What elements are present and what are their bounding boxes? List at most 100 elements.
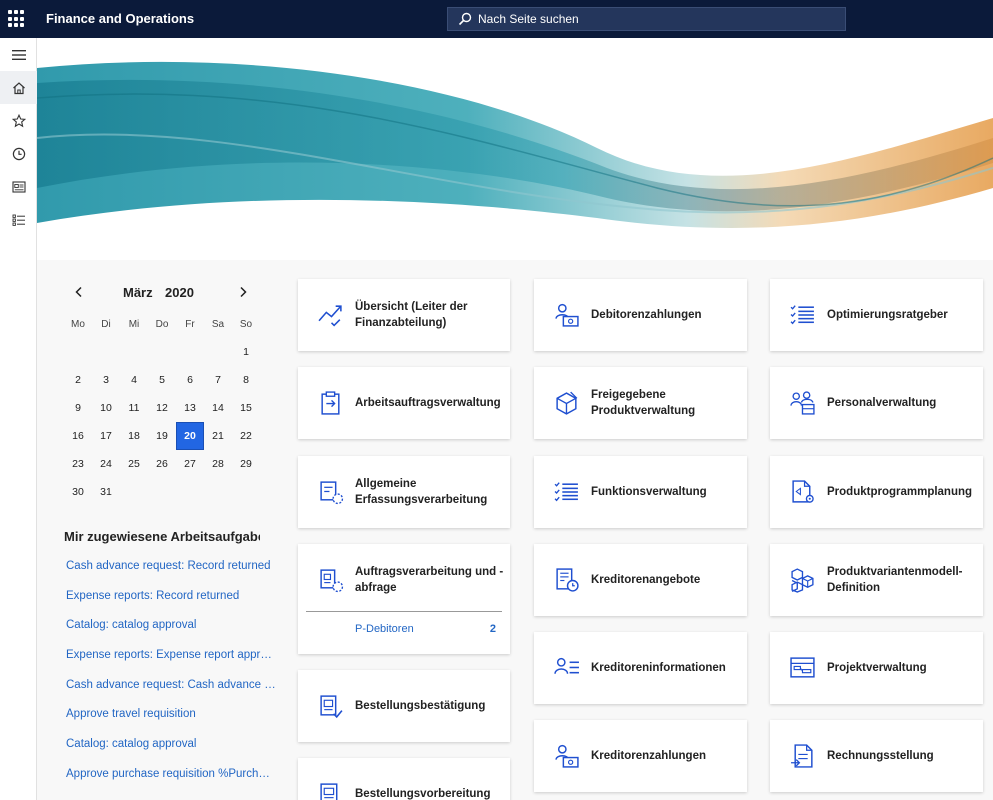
workspace-tile[interactable]: Optimierungsratgeber	[770, 279, 983, 351]
calendar-day[interactable]: 9	[64, 394, 92, 422]
app-title[interactable]: Finance and Operations	[46, 11, 194, 26]
workspace-tile[interactable]: Funktionsverwaltung	[534, 456, 747, 528]
search-icon	[458, 12, 472, 26]
calendar-day-selected[interactable]: 20	[176, 422, 204, 450]
tile-label: Übersicht (Leiter der Finanzabteilung)	[355, 301, 468, 329]
chevron-right-icon[interactable]	[236, 285, 250, 299]
tile-label: Kreditorenangebote	[591, 574, 701, 586]
calendar-day[interactable]: 23	[64, 450, 92, 478]
calendar-day[interactable]: 17	[92, 422, 120, 450]
calendar-day[interactable]: 19	[148, 422, 176, 450]
workspace-tile[interactable]: Bestellungsbestätigung	[298, 670, 510, 742]
workspace-tile[interactable]: Rechnungsstellung	[770, 720, 983, 792]
tile-label: Projektverwaltung	[827, 662, 927, 674]
calendar-day[interactable]: 28	[204, 450, 232, 478]
workspace-tile[interactable]: Produktprogrammplanung	[770, 456, 983, 528]
workspace-tile[interactable]: Bestellungsvorbereitung	[298, 758, 510, 800]
calendar-day[interactable]: 12	[148, 394, 176, 422]
calendar-month[interactable]: März	[123, 285, 153, 300]
clock-icon	[12, 147, 25, 160]
module-list-icon	[12, 214, 25, 226]
calendar-day[interactable]: 6	[176, 366, 204, 394]
calendar-day[interactable]: 2	[64, 366, 92, 394]
workspace-tile[interactable]: Übersicht (Leiter der Finanzabteilung)	[298, 279, 510, 351]
calendar-day[interactable]: 21	[204, 422, 232, 450]
calendar-day[interactable]: 14	[204, 394, 232, 422]
calendar-day[interactable]: 10	[92, 394, 120, 422]
trend-chart-icon	[318, 305, 342, 327]
calendar-day[interactable]: 29	[232, 450, 260, 478]
app-launcher-icon[interactable]	[8, 10, 26, 28]
calendar-day[interactable]: 30	[64, 478, 92, 506]
search-box[interactable]	[447, 7, 846, 31]
task-link[interactable]: Cash advance request: Cash advance ap...	[66, 679, 276, 709]
task-link[interactable]: Cash advance request: Record returned	[66, 560, 276, 590]
weekday-label: Mi	[128, 318, 140, 330]
workspace-tile[interactable]: Auftragsverarbeitung und -abfrage P-Debit…	[298, 544, 510, 654]
hero-banner	[37, 38, 993, 260]
tile-label: Produktprogrammplanung	[827, 486, 973, 498]
workspace-tile[interactable]: Kreditorenzahlungen	[534, 720, 747, 792]
calendar-day[interactable]: 13	[176, 394, 204, 422]
calendar-day[interactable]: 4	[120, 366, 148, 394]
calendar-day[interactable]: 25	[120, 450, 148, 478]
task-link[interactable]: Catalog: catalog approval	[66, 738, 276, 768]
workspace-tile[interactable]: Personalverwaltung	[770, 367, 983, 439]
vendor-payment-icon	[555, 744, 579, 768]
nav-favorites-button[interactable]	[0, 104, 37, 137]
calendar-day[interactable]: 24	[92, 450, 120, 478]
nav-workspaces-button[interactable]	[0, 170, 37, 203]
calendar-day[interactable]: 27	[176, 450, 204, 478]
calendar-day[interactable]: 11	[120, 394, 148, 422]
home-icon	[12, 81, 25, 94]
calendar-year[interactable]: 2020	[165, 285, 194, 300]
calendar-blank	[148, 338, 176, 366]
tile-sublink[interactable]: P-Debitoren	[355, 623, 414, 635]
workspace-tile[interactable]: Produktvariantenmodell-Definition	[770, 544, 983, 616]
tile-label: Auftragsverarbeitung und -abfrage	[355, 566, 504, 594]
workspace-tile[interactable]: Arbeitsauftragsverwaltung	[298, 367, 510, 439]
calendar-day[interactable]: 26	[148, 450, 176, 478]
cubes-icon	[791, 568, 814, 593]
task-link[interactable]: Expense reports: Expense report approval	[66, 649, 276, 679]
tile-label: Rechnungsstellung	[827, 750, 934, 762]
document-gear-icon	[792, 480, 814, 503]
calendar-day[interactable]: 1	[232, 338, 260, 366]
calendar-day[interactable]: 8	[232, 366, 260, 394]
calendar-day[interactable]: 5	[148, 366, 176, 394]
search-input[interactable]	[478, 12, 838, 26]
calendar-day[interactable]: 18	[120, 422, 148, 450]
nav-expand-button[interactable]	[0, 38, 37, 71]
calendar-day[interactable]: 16	[64, 422, 92, 450]
tile-count-badge[interactable]: 2	[490, 623, 496, 635]
workspace-tile[interactable]: Projektverwaltung	[770, 632, 983, 704]
workspace-tile[interactable]: Allgemeine Erfassungsverarbeitung	[298, 456, 510, 528]
calendar-blank	[204, 338, 232, 366]
chevron-left-icon[interactable]	[72, 285, 86, 299]
calendar-day[interactable]: 3	[92, 366, 120, 394]
task-link[interactable]: Catalog: catalog approval	[66, 619, 276, 649]
calendar-day[interactable]: 7	[204, 366, 232, 394]
task-link[interactable]: Expense reports: Record returned	[66, 590, 276, 620]
workspace-tile[interactable]: Debitorenzahlungen	[534, 279, 747, 351]
people-icon	[790, 391, 815, 415]
product-box-icon	[556, 391, 578, 415]
tile-label: Bestellungsbestätigung	[355, 700, 486, 712]
nav-modules-button[interactable]	[0, 203, 37, 236]
workspace-tile[interactable]: Kreditoreninformationen	[534, 632, 747, 704]
calendar-day[interactable]: 31	[92, 478, 120, 506]
weekday-label: Sa	[211, 318, 225, 330]
workspace-tile[interactable]: Freigegebene Produktverwaltung	[534, 367, 747, 439]
calendar-day[interactable]: 15	[232, 394, 260, 422]
invoice-icon	[791, 744, 813, 768]
assigned-tasks-list: Cash advance request: Record returned Exp…	[66, 560, 276, 798]
calendar-day[interactable]: 22	[232, 422, 260, 450]
tile-label: Produktvariantenmodell-Definition	[827, 566, 963, 594]
task-link[interactable]: Approve purchase requisition %Purchas...	[66, 768, 276, 798]
clipboard-arrow-icon	[321, 391, 340, 415]
task-link[interactable]: Approve travel requisition	[66, 708, 276, 738]
nav-home-button[interactable]	[0, 71, 37, 104]
nav-recent-button[interactable]	[0, 137, 37, 170]
calendar-blank	[92, 338, 120, 366]
workspace-tile[interactable]: Kreditorenangebote	[534, 544, 747, 616]
